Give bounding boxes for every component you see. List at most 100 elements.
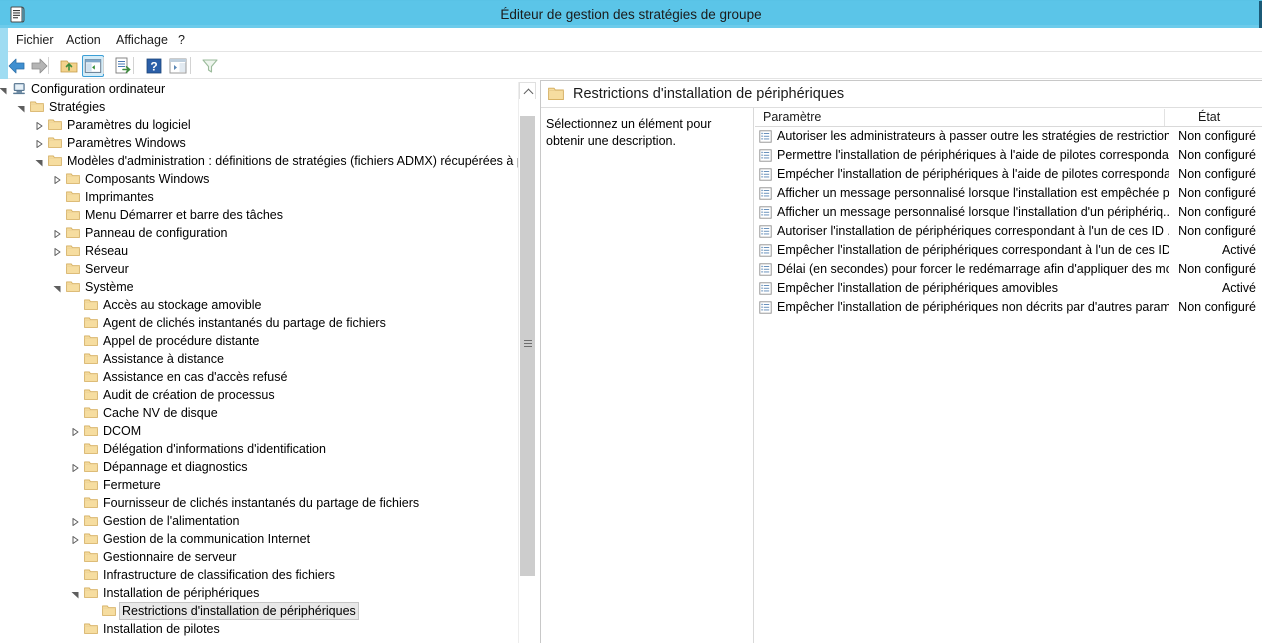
policy-state: Non configuré <box>1178 262 1256 276</box>
title-bar: Éditeur de gestion des stratégies de gro… <box>0 0 1262 29</box>
collapsed-twisty-icon[interactable] <box>70 516 80 526</box>
menu-fichier[interactable]: Fichier <box>10 28 60 52</box>
tree-item-10[interactable]: Serveur <box>0 260 536 278</box>
folder-icon <box>66 172 80 185</box>
tree-item-21[interactable]: Dépannage et diagnostics <box>0 458 536 476</box>
policy-name: Autoriser les administrateurs à passer o… <box>777 129 1169 143</box>
tree-item-5[interactable]: Composants Windows <box>0 170 536 188</box>
show-hide-tree-button[interactable] <box>82 55 104 77</box>
tree-item-23[interactable]: Fournisseur de clichés instantanés du pa… <box>0 494 536 512</box>
tree-item-16[interactable]: Assistance en cas d'accès refusé <box>0 368 536 386</box>
column-header-divider[interactable] <box>1164 109 1165 126</box>
tree-item-19[interactable]: DCOM <box>0 422 536 440</box>
expanded-twisty-icon[interactable] <box>0 84 8 95</box>
up-one-level-button[interactable] <box>58 55 80 77</box>
tree-item-30[interactable]: Installation de pilotes <box>0 620 536 638</box>
tree-item-label: Installation de périphériques <box>103 586 260 600</box>
forward-button[interactable] <box>28 55 50 77</box>
tree-item-11[interactable]: Système <box>0 278 536 296</box>
policy-name: Empêcher l'installation de périphériques… <box>777 300 1169 314</box>
tree-item-3[interactable]: Paramètres Windows <box>0 134 536 152</box>
help-button[interactable]: ? <box>143 55 165 77</box>
tree-item-label: Menu Démarrer et barre des tâches <box>85 208 284 222</box>
collapsed-twisty-icon[interactable] <box>34 138 44 148</box>
back-button[interactable] <box>6 55 28 77</box>
gpme-window: Éditeur de gestion des stratégies de gro… <box>0 0 1262 643</box>
folder-icon <box>84 478 98 491</box>
tree-item-22[interactable]: Fermeture <box>0 476 536 494</box>
menu-affichage[interactable]: Affichage <box>110 28 174 52</box>
policy-setting-icon <box>759 149 772 162</box>
policy-row[interactable]: Délai (en secondes) pour forcer le redém… <box>755 260 1262 279</box>
tree-item-8[interactable]: Panneau de configuration <box>0 224 536 242</box>
column-header-etat[interactable]: État <box>1198 108 1220 127</box>
folder-icon <box>66 280 80 293</box>
expanded-twisty-icon[interactable] <box>16 102 26 113</box>
policy-row[interactable]: Afficher un message personnalisé lorsque… <box>755 203 1262 222</box>
tree-vertical-scrollbar[interactable] <box>518 82 536 643</box>
tree-item-20[interactable]: Délégation d'informations d'identificati… <box>0 440 536 458</box>
policy-row[interactable]: Empécher l'installation de périphériques… <box>755 165 1262 184</box>
policy-row[interactable]: Autoriser l'installation de périphérique… <box>755 222 1262 241</box>
tree-item-29[interactable]: Restrictions d'installation de périphéri… <box>0 602 536 620</box>
collapsed-twisty-icon[interactable] <box>34 120 44 130</box>
menu-action[interactable]: Action <box>60 28 107 52</box>
collapsed-twisty-icon[interactable] <box>52 246 62 256</box>
policy-row[interactable]: Permettre l'installation de périphérique… <box>755 146 1262 165</box>
policy-row[interactable]: Empêcher l'installation de périphériques… <box>755 298 1262 317</box>
menu-help[interactable]: ? <box>172 28 191 52</box>
folder-icon <box>66 244 80 257</box>
tree-item-26[interactable]: Gestionnaire de serveur <box>0 548 536 566</box>
export-list-button[interactable] <box>112 55 134 77</box>
tree-item-25[interactable]: Gestion de la communication Internet <box>0 530 536 548</box>
show-hide-action-pane-button[interactable] <box>167 55 189 77</box>
collapsed-twisty-icon[interactable] <box>70 426 80 436</box>
scroll-up-arrow-icon[interactable] <box>519 82 536 99</box>
tree-item-0[interactable]: Configuration ordinateur <box>0 80 536 98</box>
tree-item-6[interactable]: Imprimantes <box>0 188 536 206</box>
tree-item-7[interactable]: Menu Démarrer et barre des tâches <box>0 206 536 224</box>
tree-item-28[interactable]: Installation de périphériques <box>0 584 536 602</box>
console-tree-panel[interactable]: Configuration ordinateur Stratégies Paramè… <box>0 80 536 643</box>
tree-item-27[interactable]: Infrastructure de classification des fic… <box>0 566 536 584</box>
tree-item-13[interactable]: Agent de clichés instantanés du partage … <box>0 314 536 332</box>
expanded-twisty-icon[interactable] <box>70 588 80 599</box>
tree-item-2[interactable]: Paramètres du logiciel <box>0 116 536 134</box>
menubar-left-accent <box>0 28 8 52</box>
collapsed-twisty-icon[interactable] <box>70 462 80 472</box>
column-header-parametre[interactable]: Paramètre <box>763 108 821 127</box>
tree-item-15[interactable]: Assistance à distance <box>0 350 536 368</box>
policy-state: Non configuré <box>1178 129 1256 143</box>
folder-icon <box>30 100 44 113</box>
policy-row[interactable]: Afficher un message personnalisé lorsque… <box>755 184 1262 203</box>
filter-button[interactable] <box>199 55 221 77</box>
tree-item-4[interactable]: Modèles d'administration : définitions d… <box>0 152 536 170</box>
expanded-twisty-icon[interactable] <box>34 156 44 167</box>
policy-row[interactable]: Empêcher l'installation de périphériques… <box>755 279 1262 298</box>
folder-icon <box>48 118 62 131</box>
tree-item-1[interactable]: Stratégies <box>0 98 536 116</box>
collapsed-twisty-icon[interactable] <box>52 174 62 184</box>
policy-row[interactable]: Empêcher l'installation de périphériques… <box>755 241 1262 260</box>
tree-item-label: Assistance à distance <box>103 352 224 366</box>
expanded-twisty-icon[interactable] <box>52 282 62 293</box>
folder-icon <box>84 532 98 545</box>
scrollbar-thumb[interactable] <box>520 116 535 576</box>
tree-item-9[interactable]: Réseau <box>0 242 536 260</box>
tree-item-24[interactable]: Gestion de l'alimentation <box>0 512 536 530</box>
tree-item-label: Serveur <box>85 262 129 276</box>
tree-item-14[interactable]: Appel de procédure distante <box>0 332 536 350</box>
collapsed-twisty-icon[interactable] <box>52 228 62 238</box>
policy-list[interactable]: Paramètre État Autoriser les administrat… <box>755 108 1262 643</box>
policy-row[interactable]: Autoriser les administrateurs à passer o… <box>755 127 1262 146</box>
scrollbar-track[interactable] <box>519 99 536 619</box>
tree-item-18[interactable]: Cache NV de disque <box>0 404 536 422</box>
tree-item-label: Configuration ordinateur <box>31 82 166 96</box>
expanded-twisty-icon <box>17 106 25 113</box>
collapsed-twisty-icon[interactable] <box>70 534 80 544</box>
tree-root: Configuration ordinateur Stratégies Paramè… <box>0 80 536 638</box>
tree-item-12[interactable]: Accès au stockage amovible <box>0 296 536 314</box>
details-header: Restrictions d'installation de périphéri… <box>541 81 1262 108</box>
policy-setting-icon <box>759 130 772 143</box>
tree-item-17[interactable]: Audit de création de processus <box>0 386 536 404</box>
